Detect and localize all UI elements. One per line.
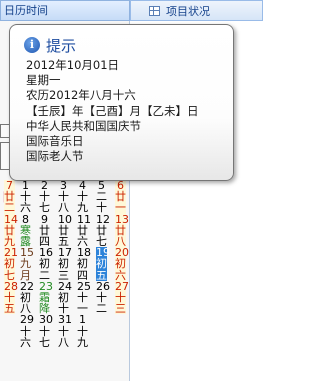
calendar-lunar-char: 三: [115, 302, 126, 316]
calendar-lunar-char: 八: [58, 335, 69, 349]
calendar-panel-title: 日历时间: [4, 4, 48, 17]
calendar-column: 1 十六 8 寒露 15 九月 22 初八 29 十六: [20, 180, 34, 349]
calendar-column: 5 二十 12 廿七 19 初五 26 十二: [96, 180, 110, 316]
tooltip-body: 2012年10月01日 星期一 农历2012年八月十六 【壬辰】年【己酉】月【乙…: [24, 58, 223, 164]
calendar-lunar-char: 七: [39, 335, 50, 349]
info-icon: i: [24, 37, 40, 53]
calendar-day-number[interactable]: 31: [58, 314, 72, 325]
calendar-day-number[interactable]: 五: [4, 303, 15, 314]
calendar-column: 7 廿二 14 廿九 21 初七 28 十五: [4, 180, 18, 314]
calendar-lunar-char: 六: [20, 335, 31, 349]
calendar-lunar-char: 十: [96, 201, 107, 215]
tooltip-weekday: 星期一: [26, 73, 61, 88]
calendar-lunar-char: 初: [77, 257, 88, 271]
calendar-lunar-char: 二: [96, 302, 107, 316]
calendar-lunar-char: 九: [20, 257, 31, 271]
calendar-lunar-char: 初: [58, 257, 69, 271]
calendar-lunar-char: 六: [20, 201, 31, 215]
tooltip-lunar-date: 农历2012年八月十六: [26, 88, 136, 103]
calendar-column: 2 十七 9 廿四 16 初二 23 霜降 30 十七: [39, 180, 53, 349]
calendar-column: 6 廿一 13 廿八 20 初六 27 十三: [115, 180, 129, 316]
calendar-day-number[interactable]: 30: [39, 314, 53, 325]
calendar-lunar-char: 初: [4, 257, 15, 271]
calendar-lunar-char: 初: [39, 257, 50, 271]
tooltip-date: 2012年10月01日: [26, 58, 120, 72]
tooltip-header: i 提示: [24, 35, 223, 55]
calendar-day-number[interactable]: 1: [77, 314, 88, 325]
calendar-panel-header: 日历时间: [0, 0, 130, 21]
calendar-day-number[interactable]: 29: [20, 314, 34, 325]
tooltip-title: 提示: [46, 36, 77, 55]
calendar-lunar-char: 初: [96, 257, 107, 271]
calendar-column: 4 十九 11 廿六 18 初四 25 十一 1 十九: [77, 180, 91, 349]
tab-project-status-label: 项目状况: [166, 4, 210, 18]
tooltip-festival: 国际老人节: [26, 149, 84, 164]
tooltip-festival: 国际音乐日: [26, 134, 84, 149]
calendar-column: 3 十八 10 廿五 17 初三 24 初十 31 十八: [58, 180, 72, 349]
tooltip-ganzhi: 【壬辰】年【己酉】月【乙未】日: [26, 103, 199, 118]
calendar-lunar-char: 八: [58, 201, 69, 215]
tab-project-status[interactable]: 项目状况: [130, 0, 263, 21]
calendar-lunar-char: 九: [77, 335, 88, 349]
tooltip-holiday: 中华人民共和国国庆节: [26, 118, 141, 133]
top-bar: 日历时间 项目状况: [0, 0, 263, 21]
date-info-tooltip: i 提示 2012年10月01日 星期一 农历2012年八月十六 【壬辰】年【己…: [9, 24, 234, 181]
calendar-day-number[interactable]: 二: [4, 202, 15, 213]
calendar-lunar-char: 七: [39, 201, 50, 215]
calendar-lunar-char: 九: [77, 201, 88, 215]
calendar-lunar-char: 初: [115, 257, 126, 271]
grid-icon: [149, 5, 160, 16]
calendar-lunar-char: 一: [115, 201, 126, 215]
